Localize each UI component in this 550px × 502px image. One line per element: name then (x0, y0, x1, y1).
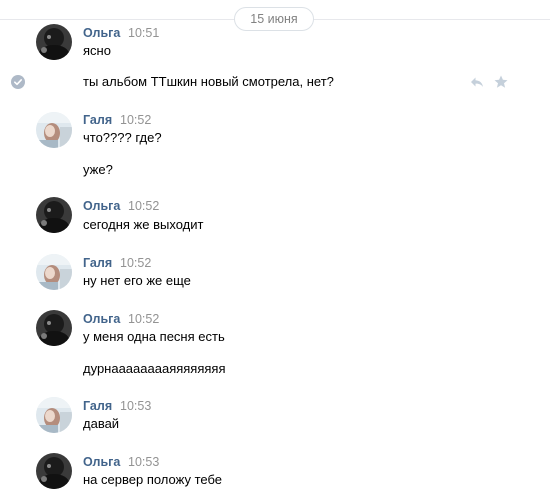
avatar-olga[interactable] (36, 24, 72, 60)
message-text: давай (83, 416, 120, 431)
sender-name[interactable]: Ольга (83, 455, 120, 469)
message-text: что???? где? (83, 130, 162, 145)
message-time[interactable]: 10:52 (120, 113, 151, 127)
message-time[interactable]: 10:53 (128, 455, 159, 469)
message-text: на сервер положу тебе (83, 472, 222, 487)
message-text: сегодня же выходит (83, 217, 204, 232)
message-time[interactable]: 10:53 (120, 399, 151, 413)
message-time[interactable]: 10:52 (128, 199, 159, 213)
date-divider: 15 июня (234, 7, 314, 31)
sender-name[interactable]: Ольга (83, 312, 120, 326)
avatar-olga[interactable] (36, 197, 72, 233)
sender-name[interactable]: Ольга (83, 199, 120, 213)
reply-icon[interactable] (469, 74, 485, 90)
avatar-galya[interactable] (36, 397, 72, 433)
message-text: ну нет его же еще (83, 273, 191, 288)
sender-name[interactable]: Галя (83, 399, 112, 413)
avatar-olga[interactable] (36, 310, 72, 346)
avatar-galya[interactable] (36, 112, 72, 148)
message-text: дурнааааааааяяяяяяяя (83, 361, 226, 376)
avatar-olga[interactable] (36, 453, 72, 489)
message-time[interactable]: 10:52 (120, 256, 151, 270)
message-text: уже? (83, 162, 113, 177)
sender-name[interactable]: Галя (83, 256, 112, 270)
message-text: ты альбом ТТшкин новый смотрела, нет? (83, 74, 334, 89)
message-text: у меня одна песня есть (83, 329, 225, 344)
message-text: ясно (83, 43, 111, 58)
check-circle-icon[interactable] (11, 75, 25, 89)
avatar-galya[interactable] (36, 254, 72, 290)
sender-name[interactable]: Галя (83, 113, 112, 127)
sender-name[interactable]: Ольга (83, 26, 120, 40)
message-time[interactable]: 10:51 (128, 26, 159, 40)
message-time[interactable]: 10:52 (128, 312, 159, 326)
star-icon[interactable] (493, 74, 509, 90)
